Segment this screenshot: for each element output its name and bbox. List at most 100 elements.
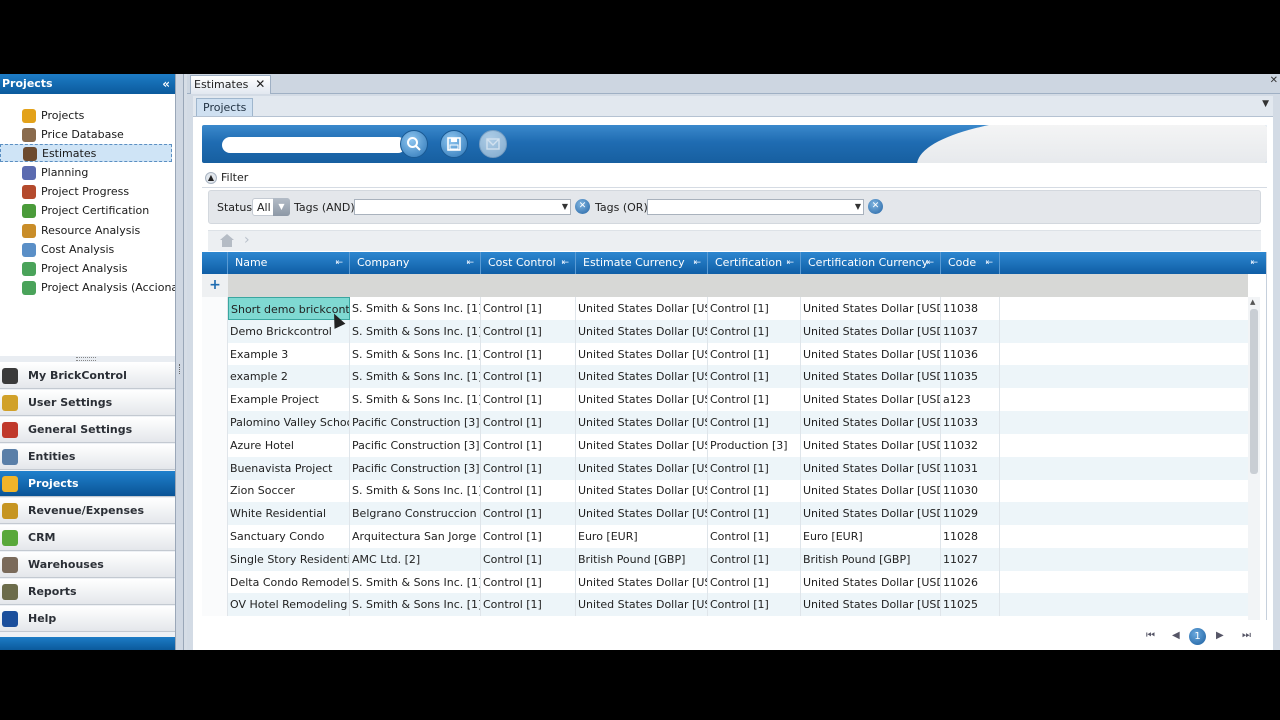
cell-certification[interactable]: Control [1] bbox=[708, 502, 801, 526]
previous-page-icon[interactable]: ◀ bbox=[1172, 630, 1180, 641]
add-row-icon[interactable]: + bbox=[202, 274, 228, 297]
cell-certification-currency[interactable]: United States Dollar [USD] bbox=[801, 388, 941, 412]
cell-company[interactable]: Pacific Construction [3] bbox=[350, 456, 481, 480]
cell-name[interactable]: White Residential bbox=[228, 502, 350, 526]
cell-certification-currency[interactable]: United States Dollar [USD] bbox=[801, 593, 941, 617]
cell-cost-control[interactable]: Control [1] bbox=[481, 365, 576, 389]
panel-splitter[interactable] bbox=[0, 356, 175, 362]
cell-code[interactable]: 11030 bbox=[941, 479, 1000, 503]
current-page[interactable]: 1 bbox=[1189, 628, 1206, 645]
cell-certification-currency[interactable]: United States Dollar [USD] bbox=[801, 319, 941, 343]
chevron-up-icon[interactable]: ▲ bbox=[205, 172, 217, 184]
cell-cost-control[interactable]: Control [1] bbox=[481, 342, 576, 366]
pin-icon[interactable]: ⇤ bbox=[1250, 252, 1258, 274]
tree-item-cost-analysis[interactable]: Cost Analysis bbox=[0, 241, 172, 259]
nav-general-settings[interactable]: General Settings bbox=[0, 417, 175, 443]
cell-cost-control[interactable]: Control [1] bbox=[481, 479, 576, 503]
row-header[interactable] bbox=[202, 319, 228, 343]
cell-certification[interactable]: Control [1] bbox=[708, 365, 801, 389]
cell-certification[interactable]: Control [1] bbox=[708, 388, 801, 412]
row-header[interactable] bbox=[202, 479, 228, 503]
cell-company[interactable]: S. Smith & Sons Inc. [1] bbox=[350, 365, 481, 389]
row-header[interactable] bbox=[202, 342, 228, 366]
filter-header[interactable]: ▲ Filter bbox=[202, 169, 1267, 188]
cell-name[interactable]: OV Hotel Remodeling bbox=[228, 593, 350, 617]
cell-company[interactable]: AMC Ltd. [2] bbox=[350, 547, 481, 571]
tab-menu-close-icon[interactable]: ✕ bbox=[1270, 75, 1278, 86]
column-header-cost-control[interactable]: Cost Control ⇤ bbox=[481, 252, 576, 274]
chevron-down-icon[interactable]: ▼ bbox=[855, 202, 861, 211]
cell-code[interactable]: 11036 bbox=[941, 342, 1000, 366]
pin-icon[interactable]: ⇤ bbox=[335, 252, 343, 274]
tree-item-project-analysis-acciona[interactable]: Project Analysis (Acciona) bbox=[0, 279, 182, 297]
cell-code[interactable]: 11029 bbox=[941, 502, 1000, 526]
cell-certification-currency[interactable]: United States Dollar [USD] bbox=[801, 502, 941, 526]
cell-code[interactable]: 11032 bbox=[941, 433, 1000, 457]
tree-item-price-database[interactable]: Price Database bbox=[0, 126, 172, 144]
cell-name[interactable]: Example Project bbox=[228, 388, 350, 412]
tags-or-select[interactable]: ▼ bbox=[647, 199, 864, 215]
cell-code[interactable]: 11026 bbox=[941, 570, 1000, 594]
chevron-down-icon[interactable]: ▼ bbox=[1262, 99, 1269, 109]
tree-item-project-analysis[interactable]: Project Analysis bbox=[0, 260, 172, 278]
cell-estimate-currency[interactable]: United States Dollar [USD] bbox=[576, 502, 708, 526]
column-header-code[interactable]: Code ⇤ bbox=[941, 252, 1000, 274]
cell-certification[interactable]: Control [1] bbox=[708, 570, 801, 594]
table-row[interactable]: Example Project S. Smith & Sons Inc. [1] C… bbox=[202, 388, 1248, 412]
table-row[interactable]: White ResidentialBelgrano Construccion [… bbox=[202, 502, 1248, 526]
cell-certification-currency[interactable]: United States Dollar [USD] bbox=[801, 297, 941, 320]
cell-estimate-currency[interactable]: United States Dollar [USD] bbox=[576, 593, 708, 617]
tree-item-planning[interactable]: Planning bbox=[0, 164, 172, 182]
cell-company[interactable]: S. Smith & Sons Inc. [1] bbox=[350, 388, 481, 412]
row-header[interactable] bbox=[202, 525, 228, 548]
nav-my-brickcontrol[interactable]: My BrickControl bbox=[0, 363, 175, 389]
cell-name[interactable]: Palomino Valley School bbox=[228, 411, 350, 434]
column-header-name[interactable]: Name ⇤ bbox=[228, 252, 350, 274]
pin-icon[interactable]: ⇤ bbox=[985, 252, 993, 274]
row-header[interactable] bbox=[202, 547, 228, 571]
cell-certification[interactable]: Control [1] bbox=[708, 547, 801, 571]
table-row[interactable]: Delta Condo RemodelingS. Smith & Sons In… bbox=[202, 570, 1248, 594]
clear-tags-and-icon[interactable]: ✕ bbox=[575, 199, 590, 214]
cell-cost-control[interactable]: Control [1] bbox=[481, 570, 576, 594]
cell-name[interactable]: example 2 bbox=[228, 365, 350, 389]
vertical-scrollbar[interactable]: ▲ ▼ bbox=[1248, 297, 1260, 640]
cell-company[interactable]: Pacific Construction [3] bbox=[350, 411, 481, 434]
scrollbar-thumb[interactable] bbox=[1250, 309, 1258, 474]
cell-cost-control[interactable]: Control [1] bbox=[481, 297, 576, 320]
search-input[interactable] bbox=[222, 137, 406, 153]
cell-name[interactable]: Azure Hotel bbox=[228, 433, 350, 457]
nav-reports[interactable]: Reports bbox=[0, 579, 175, 605]
cell-code[interactable]: 11035 bbox=[941, 365, 1000, 389]
cell-estimate-currency[interactable]: Euro [EUR] bbox=[576, 525, 708, 548]
tab-projects[interactable]: Projects bbox=[196, 98, 254, 116]
nav-user-settings[interactable]: User Settings bbox=[0, 390, 175, 416]
cell-name[interactable]: Zion Soccer bbox=[228, 479, 350, 503]
cell-company[interactable]: S. Smith & Sons Inc. [1] bbox=[350, 297, 481, 320]
home-icon[interactable] bbox=[220, 234, 234, 247]
pin-icon[interactable]: ⇤ bbox=[693, 252, 701, 274]
table-row[interactable]: OV Hotel Remodeling S. Smith & Sons Inc. … bbox=[202, 593, 1248, 617]
save-icon[interactable] bbox=[440, 130, 468, 158]
tab-estimates[interactable]: Estimates ✕ bbox=[190, 75, 272, 94]
cell-cost-control[interactable]: Control [1] bbox=[481, 456, 576, 480]
mail-icon[interactable] bbox=[479, 130, 507, 158]
cell-certification[interactable]: Control [1] bbox=[708, 319, 801, 343]
pin-icon[interactable]: ⇤ bbox=[926, 252, 934, 274]
first-page-icon[interactable]: ⏮ bbox=[1146, 630, 1155, 641]
tree-item-resource-analysis[interactable]: Resource Analysis bbox=[0, 222, 172, 240]
cell-code[interactable]: a123 bbox=[941, 388, 1000, 412]
table-row[interactable]: Zion Soccer S. Smith & Sons Inc. [1] Contr… bbox=[202, 479, 1248, 503]
table-row[interactable]: Azure Hotel Pacific Construction [3] Contr… bbox=[202, 433, 1248, 457]
cell-code[interactable]: 11025 bbox=[941, 593, 1000, 617]
nav-help[interactable]: Help bbox=[0, 606, 175, 632]
table-row[interactable]: Example 3 S. Smith & Sons Inc. [1] Control… bbox=[202, 342, 1248, 366]
cell-certification-currency[interactable]: Euro [EUR] bbox=[801, 525, 941, 548]
cell-cost-control[interactable]: Control [1] bbox=[481, 593, 576, 617]
cell-estimate-currency[interactable]: United States Dollar [USD] bbox=[576, 433, 708, 457]
cell-company[interactable]: S. Smith & Sons Inc. [1] bbox=[350, 479, 481, 503]
cell-name[interactable]: Buenavista Project bbox=[228, 456, 350, 480]
cell-company[interactable]: S. Smith & Sons Inc. [1] bbox=[350, 593, 481, 617]
row-header[interactable] bbox=[202, 456, 228, 480]
tags-and-select[interactable]: ▼ bbox=[354, 199, 571, 215]
